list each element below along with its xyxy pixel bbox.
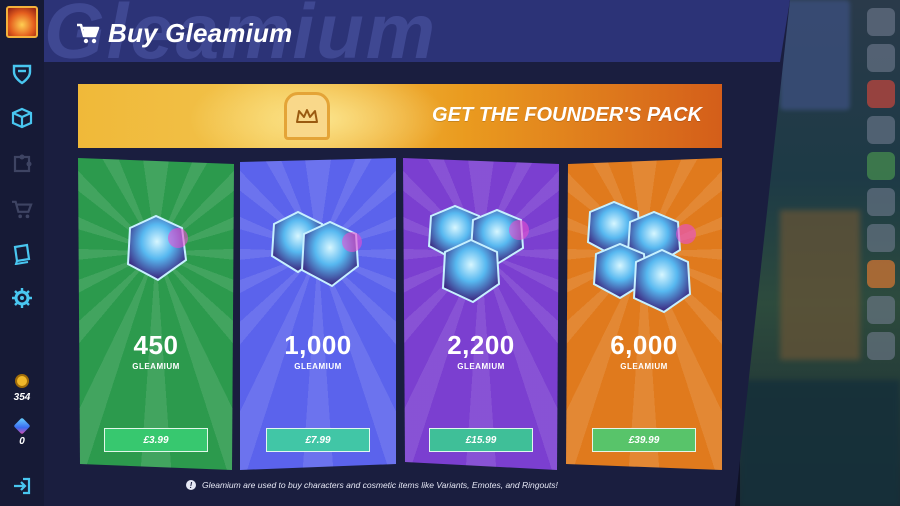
coin-icon (15, 374, 29, 388)
footnote-text: Gleamium are used to buy characters and … (202, 480, 558, 490)
book-icon[interactable] (10, 242, 34, 266)
gleamium-crystal-icon (586, 200, 696, 314)
gleamium-amount: 6,000 (610, 330, 678, 360)
toast-crown-icon (284, 92, 330, 140)
info-icon: ! (186, 480, 196, 490)
price-button[interactable]: £7.99 (266, 428, 370, 452)
gleamium-icon (13, 417, 31, 435)
scene-window (780, 0, 850, 110)
gleamium-label: GLEAMIUM (294, 362, 342, 371)
gleamium-offer-card[interactable]: 2,200 GLEAMIUM £15.99 (403, 158, 559, 470)
founders-pack-label: GET THE FOUNDER'S PACK (432, 104, 702, 126)
founders-pack-banner[interactable]: GET THE FOUNDER'S PACK (78, 84, 722, 148)
gleamium-label: GLEAMIUM (620, 362, 668, 371)
gleamium-label: GLEAMIUM (132, 362, 180, 371)
puzzle-icon[interactable] (10, 152, 34, 176)
gleamium-label: GLEAMIUM (457, 362, 505, 371)
price-button[interactable]: £39.99 (592, 428, 696, 452)
gleamium-crystal-icon (427, 204, 529, 304)
rail-slot (867, 188, 895, 216)
gleamium-balance: 0 (19, 436, 25, 447)
gleamium-amount: 450 (133, 330, 179, 360)
exit-icon[interactable] (10, 474, 34, 498)
rail-slot (867, 116, 895, 144)
rail-slot (867, 224, 895, 252)
avatar[interactable] (6, 6, 38, 38)
gear-icon[interactable] (10, 286, 34, 310)
gleamium-crystal-icon (270, 210, 362, 288)
price-button[interactable]: £15.99 (429, 428, 533, 452)
coin-balance: 354 (13, 392, 31, 403)
price-button[interactable]: £3.99 (104, 428, 208, 452)
gleamium-offer-card[interactable]: 450 GLEAMIUM £3.99 (78, 158, 234, 470)
rail-slot (867, 44, 895, 72)
rail-slot (867, 260, 895, 288)
box-icon[interactable] (10, 106, 34, 130)
rail-slot (867, 80, 895, 108)
cart-icon[interactable] (10, 198, 34, 222)
rail-slot (867, 152, 895, 180)
rail-slot (867, 8, 895, 36)
scene-tower (780, 210, 860, 360)
cart-icon (76, 23, 100, 45)
gleamium-footnote: ! Gleamium are used to buy characters an… (186, 480, 558, 490)
rail-slot (867, 296, 895, 324)
gleamium-offer-card[interactable]: 6,000 GLEAMIUM £39.99 (566, 158, 722, 470)
sidebar: 354 0 (0, 0, 44, 506)
rail-slot (867, 332, 895, 360)
gleamium-amount: 2,200 (447, 330, 515, 360)
background-character-rail (862, 0, 900, 506)
page-title: Buy Gleamium (108, 18, 293, 48)
store-panel: Gleamium Buy Gleamium GET THE FOUNDER'S … (0, 0, 790, 506)
header-title-row: Buy Gleamium (76, 18, 292, 49)
gleamium-offer-card[interactable]: 1,000 GLEAMIUM £7.99 (240, 158, 396, 470)
gleamium-crystal-icon (126, 214, 188, 282)
gleamium-amount: 1,000 (284, 330, 352, 360)
shield-icon[interactable] (10, 62, 34, 86)
